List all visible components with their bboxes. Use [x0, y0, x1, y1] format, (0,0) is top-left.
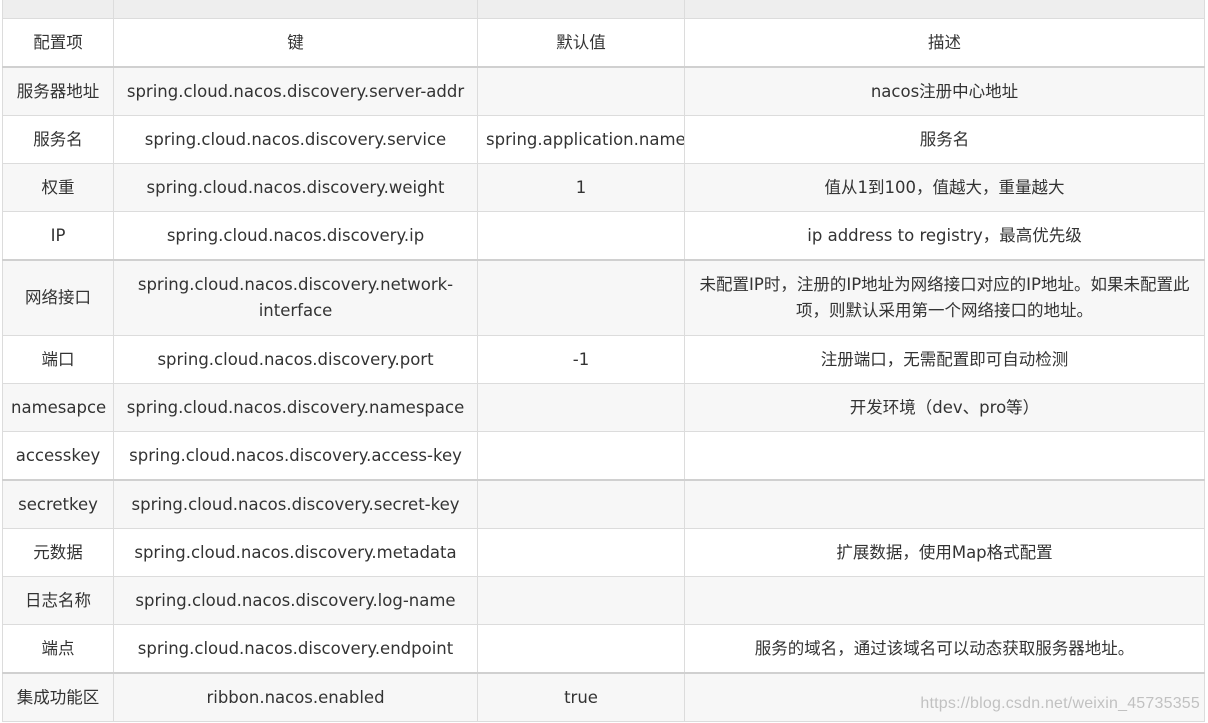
cell-desc: 开发环境（dev、pro等）	[684, 383, 1205, 432]
table-row: IP spring.cloud.nacos.discovery.ip ip ad…	[2, 211, 1205, 261]
cell-key: spring.cloud.nacos.discovery.log-name	[113, 576, 478, 625]
table-row: 网络接口 spring.cloud.nacos.discovery.networ…	[2, 259, 1205, 336]
cell-default	[477, 383, 685, 432]
cell-item: 权重	[2, 163, 114, 212]
cell-desc	[684, 576, 1205, 625]
cell-item: 网络接口	[2, 259, 114, 336]
table-row: 权重 spring.cloud.nacos.discovery.weight 1…	[2, 163, 1205, 212]
cell-default: true	[477, 672, 685, 722]
cell-default	[477, 259, 685, 336]
cell-item: accesskey	[2, 431, 114, 481]
cell-desc: 未配置IP时，注册的IP地址为网络接口对应的IP地址。如果未配置此项，则默认采用…	[684, 259, 1205, 336]
cell-key: spring.cloud.nacos.discovery.port	[113, 335, 478, 384]
cell-key: spring.cloud.nacos.discovery.secret-key	[113, 479, 478, 529]
cell-key: spring.cloud.nacos.discovery.service	[113, 115, 478, 164]
cell-desc: 服务的域名，通过该域名可以动态获取服务器地址。	[684, 624, 1205, 674]
cell-key: spring.cloud.nacos.discovery.access-key	[113, 431, 478, 481]
cell-desc: ip address to registry，最高优先级	[684, 211, 1205, 261]
cell-default	[477, 624, 685, 674]
cell-key: spring.cloud.nacos.discovery.endpoint	[113, 624, 478, 674]
cell-key: spring.cloud.nacos.discovery.server-addr	[113, 66, 478, 116]
cell-default	[477, 211, 685, 261]
cell-default	[477, 431, 685, 481]
cell-desc	[684, 479, 1205, 529]
table-row: namesapce spring.cloud.nacos.discovery.n…	[2, 383, 1205, 432]
top-strip-cell	[2, 0, 114, 19]
table-row: 端点 spring.cloud.nacos.discovery.endpoint…	[2, 624, 1205, 674]
table-row: 端口 spring.cloud.nacos.discovery.port -1 …	[2, 335, 1205, 384]
cell-item: 端口	[2, 335, 114, 384]
cell-key: spring.cloud.nacos.discovery.metadata	[113, 528, 478, 577]
table-row: 服务名 spring.cloud.nacos.discovery.service…	[2, 115, 1205, 164]
cell-key: spring.cloud.nacos.discovery.namespace	[113, 383, 478, 432]
header-config-item: 配置项	[2, 18, 114, 68]
cell-key: ribbon.nacos.enabled	[113, 672, 478, 722]
cell-key: spring.cloud.nacos.discovery.weight	[113, 163, 478, 212]
table-top-strip	[2, 0, 1205, 19]
cell-key: spring.cloud.nacos.discovery.ip	[113, 211, 478, 261]
top-strip-cell	[113, 0, 478, 19]
cell-item: 元数据	[2, 528, 114, 577]
table-row: 服务器地址 spring.cloud.nacos.discovery.serve…	[2, 66, 1205, 116]
page: 配置项 键 默认值 描述 服务器地址 spring.cloud.nacos.di…	[0, 0, 1208, 723]
cell-desc: nacos注册中心地址	[684, 66, 1205, 116]
header-description: 描述	[684, 18, 1205, 68]
config-table: 配置项 键 默认值 描述 服务器地址 spring.cloud.nacos.di…	[2, 0, 1205, 722]
cell-item: 端点	[2, 624, 114, 674]
cell-default: 1	[477, 163, 685, 212]
cell-item: secretkey	[2, 479, 114, 529]
cell-item: 集成功能区	[2, 672, 114, 722]
table-row: secretkey spring.cloud.nacos.discovery.s…	[2, 479, 1205, 529]
cell-desc: 服务名	[684, 115, 1205, 164]
top-strip-cell	[477, 0, 685, 19]
table-row: accesskey spring.cloud.nacos.discovery.a…	[2, 431, 1205, 481]
cell-desc	[684, 431, 1205, 481]
header-key: 键	[113, 18, 478, 68]
cell-default	[477, 479, 685, 529]
cell-desc: 注册端口，无需配置即可自动检测	[684, 335, 1205, 384]
cell-item: 服务器地址	[2, 66, 114, 116]
cell-default	[477, 66, 685, 116]
cell-default: -1	[477, 335, 685, 384]
cell-key: spring.cloud.nacos.discovery.network-int…	[113, 259, 478, 336]
cell-default	[477, 528, 685, 577]
cell-default	[477, 576, 685, 625]
cell-item: 服务名	[2, 115, 114, 164]
cell-default: spring.application.name	[477, 115, 685, 164]
cell-item: IP	[2, 211, 114, 261]
cell-item: 日志名称	[2, 576, 114, 625]
header-default: 默认值	[477, 18, 685, 68]
cell-item: namesapce	[2, 383, 114, 432]
table-header-row: 配置项 键 默认值 描述	[2, 18, 1205, 68]
cell-desc: 扩展数据，使用Map格式配置	[684, 528, 1205, 577]
table-row: 日志名称 spring.cloud.nacos.discovery.log-na…	[2, 576, 1205, 625]
cell-desc: 值从1到100，值越大，重量越大	[684, 163, 1205, 212]
table-row: 元数据 spring.cloud.nacos.discovery.metadat…	[2, 528, 1205, 577]
top-strip-cell	[684, 0, 1205, 19]
watermark: https://blog.csdn.net/weixin_45735355	[920, 695, 1200, 712]
